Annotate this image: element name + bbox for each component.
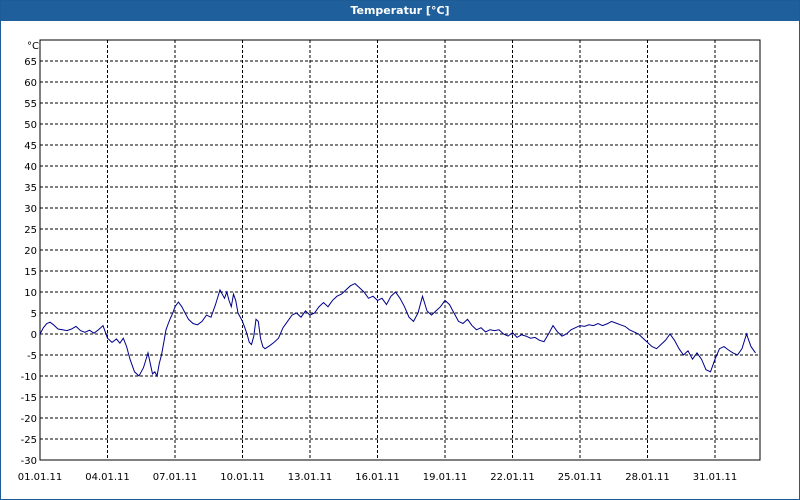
y-tick-label: 50: [24, 120, 37, 131]
grid-lines: [40, 40, 760, 460]
y-tick-label: 45: [24, 141, 37, 152]
y-tick-label: 40: [24, 162, 37, 173]
x-tick-label: 10.01.11: [220, 472, 265, 483]
x-tick-label: 22.01.11: [490, 472, 535, 483]
y-tick-label: 25: [24, 225, 37, 236]
x-tick-label: 01.01.11: [18, 472, 63, 483]
y-tick-label: 60: [24, 78, 37, 89]
x-tick-labels: 01.01.11 04.01.11 07.01.11 10.01.11 13.01.11…: [18, 472, 738, 483]
y-tick-label: -30: [21, 456, 37, 467]
y-tick-label: 20: [24, 246, 37, 257]
x-tick-label: 19.01.11: [423, 472, 468, 483]
y-tick-label: -20: [21, 414, 37, 425]
y-tick-label: 0: [31, 330, 37, 341]
x-tick-label: 16.01.11: [355, 472, 400, 483]
y-tick-label: -5: [27, 351, 37, 362]
y-tick-label: 30: [24, 204, 37, 215]
y-tick-label: -15: [21, 393, 37, 404]
y-tick-label: 5: [31, 309, 37, 320]
y-tick-label: 15: [24, 267, 37, 278]
y-tick-label: 10: [24, 288, 37, 299]
y-tick-labels: 65605550454035302520151050-5-10-15-20-25…: [21, 57, 37, 467]
y-axis-unit-label: °C: [27, 41, 39, 52]
x-tick-label: 04.01.11: [85, 472, 130, 483]
y-tick-label: -10: [21, 372, 37, 383]
x-tick-label: 13.01.11: [288, 472, 333, 483]
temperature-chart: 65605550454035302520151050-5-10-15-20-25…: [18, 39, 761, 483]
y-tick-label: 65: [24, 57, 37, 68]
x-tick-label: 07.01.11: [153, 472, 198, 483]
x-tick-label: 31.01.11: [693, 472, 738, 483]
y-tick-label: 35: [24, 183, 37, 194]
y-tick-label: 55: [24, 99, 37, 110]
x-tick-label: 28.01.11: [625, 472, 670, 483]
x-tick-label: 25.01.11: [558, 472, 603, 483]
y-tick-label: -25: [21, 435, 37, 446]
